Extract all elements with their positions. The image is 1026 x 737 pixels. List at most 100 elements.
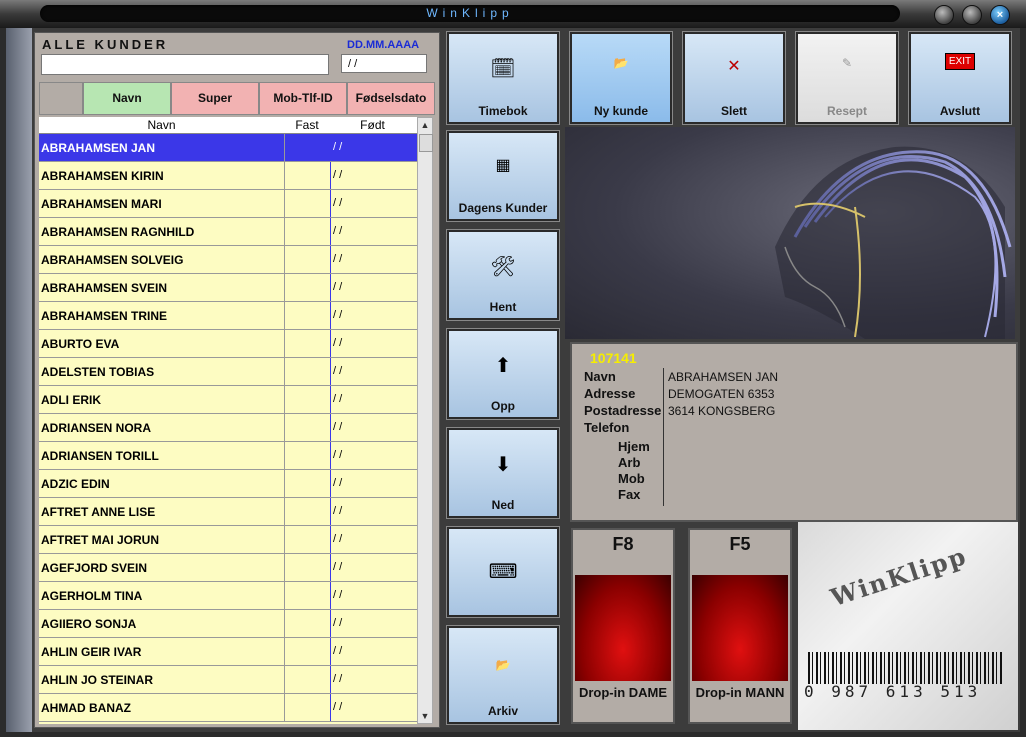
dagens-kunder-button[interactable]: ▦ Dagens Kunder [446, 130, 560, 222]
calendar-grid-icon: ▦ [495, 157, 511, 174]
logo-panel: WinKlipp 0 987 613 513 [798, 522, 1018, 730]
close-window-button[interactable]: × [990, 5, 1010, 25]
sort-mob-button[interactable]: Mob-Tlf-ID [259, 82, 347, 115]
row-fast [284, 218, 331, 245]
barcode-number: 0 987 613 513 [804, 682, 982, 701]
table-row[interactable]: ABRAHAMSEN JAN / / [39, 134, 417, 162]
customer-info-panel: 107141 Navn Adresse Postadresse Telefon … [570, 342, 1018, 522]
red-splash-icon [575, 575, 671, 681]
row-fast [284, 554, 331, 581]
row-born: / / [333, 533, 343, 545]
resept-button[interactable]: ✎ Resept [795, 31, 899, 125]
table-row[interactable]: AGERHOLM TINA / / [39, 582, 417, 610]
table-row[interactable]: ADZIC EDIN / / [39, 470, 417, 498]
table-row[interactable]: ABRAHAMSEN SVEIN / / [39, 274, 417, 302]
table-row[interactable]: ADLI ERIK / / [39, 386, 417, 414]
table-row[interactable]: ADRIANSEN TORILL / / [39, 442, 417, 470]
timebok-label: Timebok [478, 104, 528, 118]
ny-kunde-button[interactable]: 📂 Ny kunde [569, 31, 673, 125]
col-fast[interactable]: Fast [284, 118, 330, 132]
row-born: / / [333, 505, 343, 517]
row-name: ABRAHAMSEN SVEIN [41, 281, 168, 295]
slett-button[interactable]: ✕ Slett [682, 31, 786, 125]
col-fodt[interactable]: Født [330, 118, 415, 132]
row-name: ABRAHAMSEN TRINE [41, 309, 167, 323]
timebok-button[interactable]: 🗓 Timebok [446, 31, 560, 125]
ned-button[interactable]: ⬇ Ned [446, 427, 560, 519]
hair-illustration [775, 146, 1012, 339]
folder-open-icon: 📂 [495, 658, 511, 672]
dropin-mann-button[interactable]: F5 Drop-in MANN [688, 528, 792, 724]
dropin-mann-key: F5 [729, 534, 751, 554]
arkiv-button[interactable]: 📂 Arkiv [446, 625, 560, 725]
table-row[interactable]: ABURTO EVA / / [39, 330, 417, 358]
row-fast [284, 638, 331, 665]
ned-label: Ned [491, 498, 515, 512]
sort-birthdate-button[interactable]: Fødselsdato [347, 82, 435, 115]
row-born: / / [333, 365, 343, 377]
date-input[interactable]: / / [341, 54, 427, 73]
customer-name: ABRAHAMSEN JAN [668, 370, 779, 384]
exit-sign-icon: EXIT [911, 53, 1009, 70]
row-born: / / [333, 645, 343, 657]
avslutt-button[interactable]: EXIT Avslutt [908, 31, 1012, 125]
folder-icon: 📂 [613, 56, 629, 70]
table-row[interactable]: AHMAD BANAZ / / [39, 694, 417, 722]
scroll-down-arrow-icon[interactable]: ▼ [418, 709, 432, 723]
row-name: ABRAHAMSEN MARI [41, 197, 162, 211]
app-title: WinKlipp [426, 6, 514, 20]
opp-button[interactable]: ⬆ Opp [446, 328, 560, 420]
dropin-dame-button[interactable]: F8 Drop-in DAME [571, 528, 675, 724]
label-postadresse: Postadresse [584, 403, 662, 418]
title-bar: WinKlipp × [0, 0, 1026, 28]
scroll-thumb[interactable] [419, 134, 433, 152]
row-fast [284, 526, 331, 553]
search-input[interactable] [41, 54, 329, 75]
row-name: AHLIN JO STEINAR [41, 673, 154, 687]
row-name: ABRAHAMSEN RAGNHILD [41, 225, 195, 239]
list-scrollbar[interactable]: ▲ ▼ [417, 117, 433, 724]
maximize-button[interactable] [962, 5, 982, 25]
row-name: ABRAHAMSEN KIRIN [41, 169, 164, 183]
row-name: AHLIN GEIR IVAR [41, 645, 142, 659]
minimize-button[interactable] [934, 5, 954, 25]
row-fast [284, 498, 331, 525]
hent-label: Hent [489, 300, 517, 314]
customer-address: DEMOGATEN 6353 [668, 387, 775, 401]
scroll-up-arrow-icon[interactable]: ▲ [418, 118, 432, 132]
row-born: / / [333, 449, 343, 461]
table-row[interactable]: ABRAHAMSEN MARI / / [39, 190, 417, 218]
dagens-kunder-label: Dagens Kunder [458, 201, 548, 215]
sort-super-button[interactable]: Super [171, 82, 259, 115]
table-row[interactable]: ABRAHAMSEN SOLVEIG / / [39, 246, 417, 274]
row-born: / / [333, 701, 343, 713]
row-fast [284, 162, 331, 189]
sort-blank [39, 82, 83, 115]
row-born: / / [333, 197, 343, 209]
table-row[interactable]: AHLIN JO STEINAR / / [39, 666, 417, 694]
table-row[interactable]: ABRAHAMSEN RAGNHILD / / [39, 218, 417, 246]
row-fast [284, 414, 331, 441]
hent-button[interactable]: 🛠 Hent [446, 229, 560, 321]
table-row[interactable]: AHLIN GEIR IVAR / / [39, 638, 417, 666]
hand-fetch-icon: 🛠 [490, 256, 516, 278]
table-row[interactable]: AGIIERO SONJA / / [39, 610, 417, 638]
table-row[interactable]: ADELSTEN TOBIAS / / [39, 358, 417, 386]
ny-kunde-label: Ny kunde [593, 104, 648, 118]
table-row[interactable]: AFTRET ANNE LISE / / [39, 498, 417, 526]
row-born: / / [333, 169, 343, 181]
table-row[interactable]: ABRAHAMSEN TRINE / / [39, 302, 417, 330]
sort-navn-button[interactable]: Navn [83, 82, 171, 115]
table-row[interactable]: ADRIANSEN NORA / / [39, 414, 417, 442]
row-born: / / [333, 673, 343, 685]
col-navn[interactable]: Navn [39, 118, 284, 132]
row-fast [284, 246, 331, 273]
keyboard-button[interactable]: ⌨ [446, 526, 560, 618]
table-row[interactable]: AGEFJORD SVEIN / / [39, 554, 417, 582]
table-row[interactable]: AFTRET MAI JORUN / / [39, 526, 417, 554]
row-born: / / [333, 421, 343, 433]
list-title: ALLE KUNDER [42, 37, 169, 52]
label-hjem: Hjem [618, 439, 650, 454]
row-name: ADRIANSEN NORA [41, 421, 152, 435]
table-row[interactable]: ABRAHAMSEN KIRIN / / [39, 162, 417, 190]
